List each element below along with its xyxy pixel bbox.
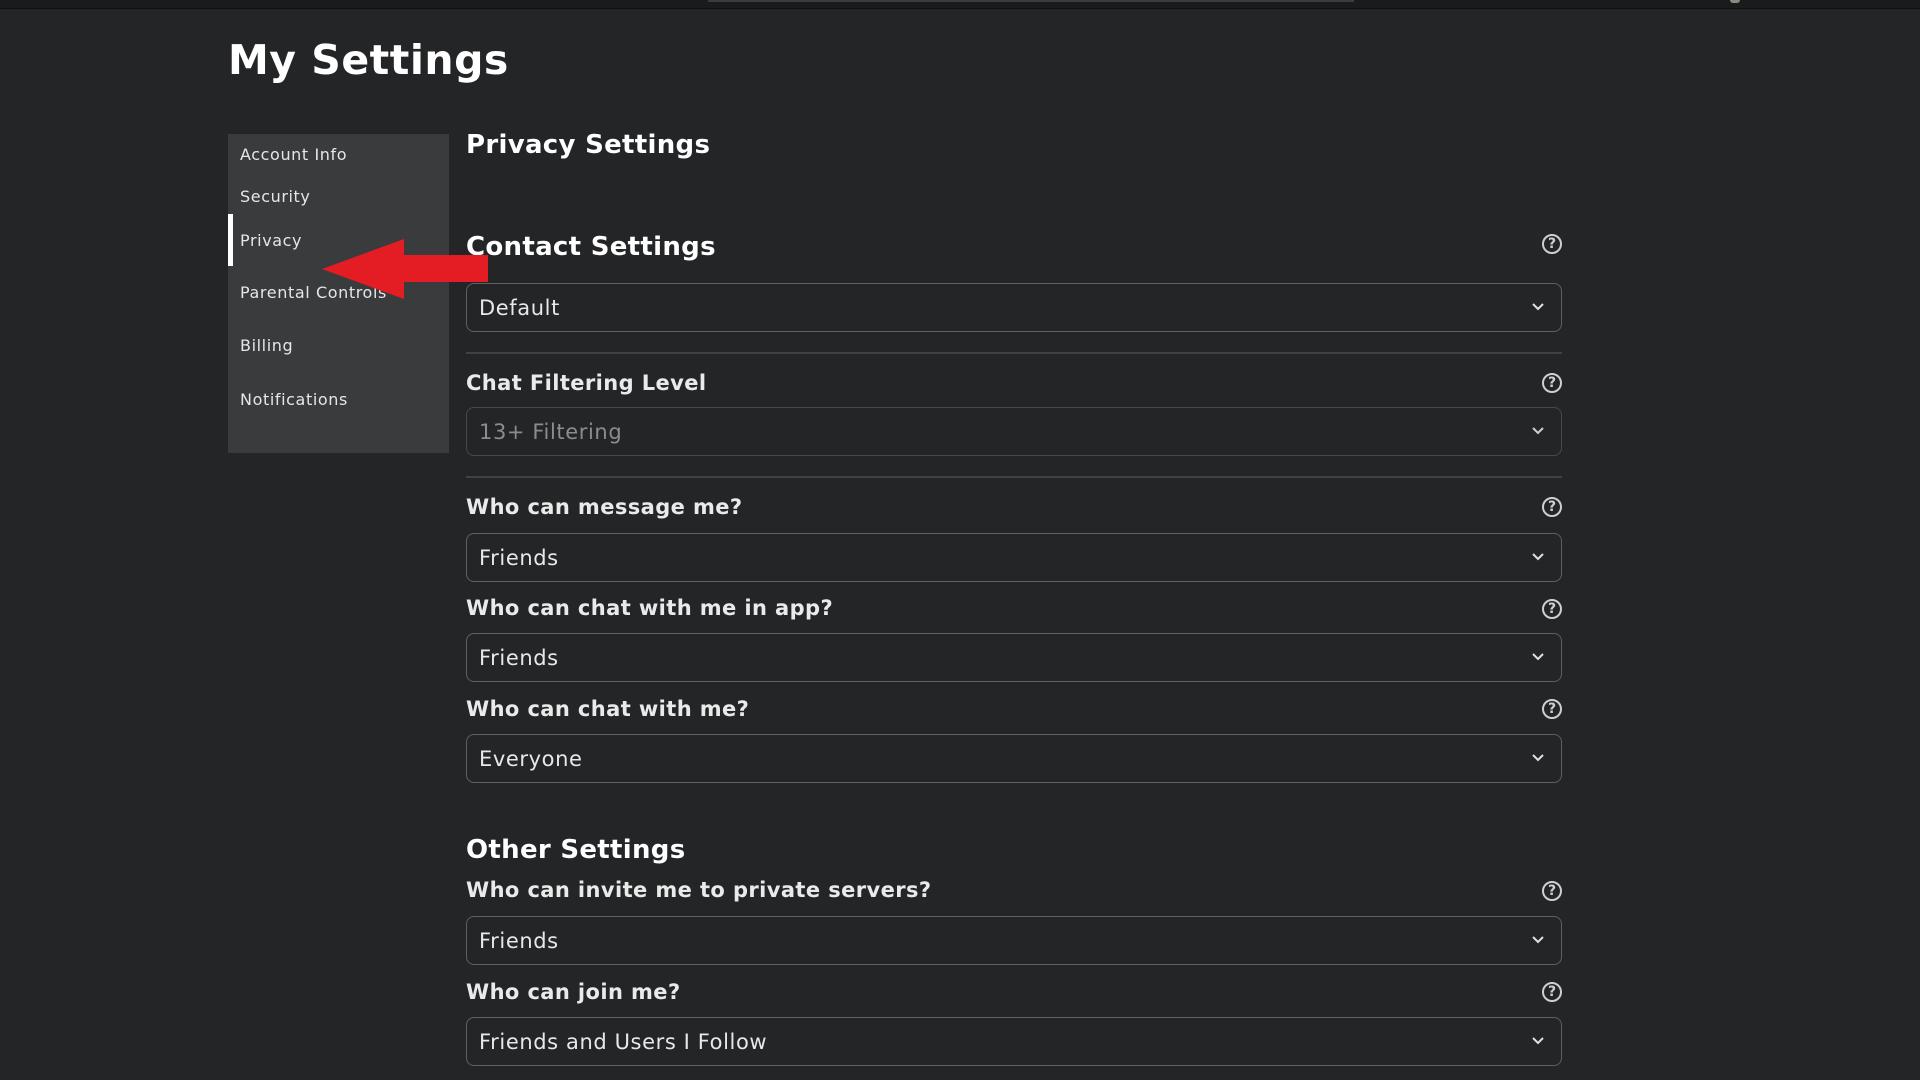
other-settings-heading: Other Settings: [466, 835, 686, 865]
privacy-settings-heading: Privacy Settings: [466, 130, 711, 160]
section-divider: [466, 352, 1562, 354]
dropdown-value: Friends: [479, 645, 559, 670]
sidebar-item-notifications[interactable]: Notifications: [228, 379, 449, 419]
chat-in-app-label: Who can chat with me in app?: [466, 596, 834, 620]
sidebar-item-security[interactable]: Security: [228, 176, 449, 216]
dropdown-value: Friends and Users I Follow: [479, 1029, 768, 1054]
dropdown-value: Default: [479, 295, 560, 320]
sidebar-item-account-info[interactable]: Account Info: [228, 134, 449, 174]
help-icon[interactable]: ?: [1542, 373, 1562, 393]
chat-filtering-label: Chat Filtering Level: [466, 371, 707, 395]
join-dropdown[interactable]: Friends and Users I Follow: [466, 1017, 1562, 1066]
chevron-down-icon: [1532, 427, 1544, 435]
contact-settings-dropdown[interactable]: Default: [466, 283, 1562, 332]
chevron-down-icon: [1532, 1037, 1544, 1045]
contact-settings-heading: Contact Settings: [466, 232, 716, 262]
chevron-down-icon: [1532, 553, 1544, 561]
chat-label: Who can chat with me?: [466, 697, 750, 721]
section-divider: [466, 476, 1562, 478]
dropdown-value: Friends: [479, 928, 559, 953]
message-dropdown[interactable]: Friends: [466, 533, 1562, 582]
chat-in-app-dropdown[interactable]: Friends: [466, 633, 1562, 682]
chat-filtering-dropdown: 13+ Filtering: [466, 407, 1562, 456]
help-icon[interactable]: ?: [1542, 881, 1562, 901]
sidebar-item-label: Notifications: [240, 389, 348, 409]
help-icon[interactable]: ?: [1542, 699, 1562, 719]
help-icon[interactable]: ?: [1542, 234, 1562, 254]
sidebar-item-label: Security: [240, 186, 311, 206]
invite-label: Who can invite me to private servers?: [466, 878, 932, 902]
help-icon[interactable]: ?: [1542, 599, 1562, 619]
help-icon[interactable]: ?: [1542, 497, 1562, 517]
red-arrow-annotation: [322, 239, 488, 299]
sidebar-item-label: Account Info: [240, 144, 348, 164]
top-indicator: [1730, 0, 1740, 3]
message-label: Who can message me?: [466, 495, 743, 519]
chat-dropdown[interactable]: Everyone: [466, 734, 1562, 783]
sidebar-item-label: Billing: [240, 335, 294, 355]
dropdown-value: Friends: [479, 545, 559, 570]
sidebar-item-label: Privacy: [240, 230, 303, 250]
page-title: My Settings: [228, 36, 509, 84]
invite-dropdown[interactable]: Friends: [466, 916, 1562, 965]
join-label: Who can join me?: [466, 980, 681, 1004]
chevron-down-icon: [1532, 754, 1544, 762]
chevron-down-icon: [1532, 653, 1544, 661]
chevron-down-icon: [1532, 303, 1544, 311]
dropdown-value: 13+ Filtering: [479, 419, 623, 444]
help-icon[interactable]: ?: [1542, 982, 1562, 1002]
sidebar-item-billing[interactable]: Billing: [228, 325, 449, 365]
chevron-down-icon: [1532, 936, 1544, 944]
browser-tab-strip: [708, 0, 1354, 2]
dropdown-value: Everyone: [479, 746, 583, 771]
browser-top-bar: [0, 0, 1920, 9]
